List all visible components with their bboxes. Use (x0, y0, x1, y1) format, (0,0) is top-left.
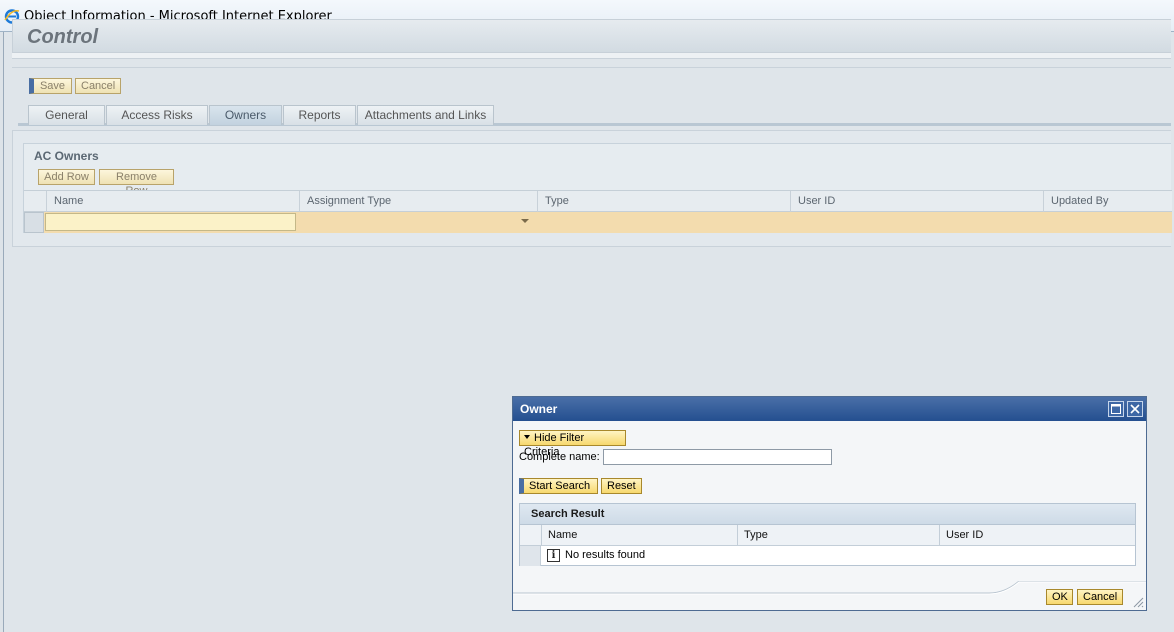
complete-name-label: Complete name: (519, 451, 600, 463)
triangle-down-icon (524, 435, 530, 439)
search-result-panel: Search Result Name Type User ID i No res… (519, 503, 1136, 566)
column-header-type[interactable]: Type (537, 191, 790, 212)
name-input[interactable] (45, 213, 296, 231)
tab-owners[interactable]: Owners (209, 105, 282, 125)
dialog-footer: OK Cancel (513, 581, 1146, 610)
dialog-title: Owner (520, 402, 558, 416)
panel-title: AC Owners (34, 149, 99, 163)
column-header-type[interactable]: Type (737, 525, 939, 545)
resize-grip-icon[interactable] (1132, 596, 1144, 608)
assignment-type-dropdown[interactable] (299, 212, 537, 233)
remove-row-button[interactable]: Remove Row (99, 169, 174, 197)
close-icon[interactable] (1127, 401, 1143, 417)
tab-general[interactable]: General (28, 105, 105, 125)
owner-dialog: Owner Hide Filter Criteria Complete name… (512, 396, 1147, 611)
row-selector[interactable] (520, 546, 541, 566)
hide-filter-criteria-button[interactable]: Hide Filter Criteria (519, 430, 626, 458)
tab-strip: General Access Risks Owners Reports Atta… (18, 105, 1171, 126)
no-results-message: No results found (565, 549, 646, 561)
dialog-body: Hide Filter Criteria Complete name: Star… (513, 421, 1146, 610)
table-row (24, 212, 1172, 233)
row-selector[interactable] (24, 212, 44, 233)
dialog-cancel-button[interactable]: Cancel (1077, 589, 1123, 605)
ok-button[interactable]: OK (1046, 589, 1073, 605)
chevron-down-icon[interactable] (521, 219, 529, 223)
start-search-button[interactable]: Start Search (519, 478, 598, 494)
main-toolbar: Save Cancel (12, 67, 1171, 99)
reset-button[interactable]: Reset (601, 478, 642, 494)
add-row-button[interactable]: Add Row (38, 169, 95, 185)
save-button[interactable]: Save (29, 78, 72, 94)
search-result-title: Search Result (531, 508, 605, 520)
column-header-name[interactable]: Name (46, 191, 299, 212)
column-header-name[interactable]: Name (541, 525, 737, 545)
info-icon: i (547, 549, 560, 562)
tab-reports[interactable]: Reports (283, 105, 356, 125)
search-result-header: Search Result (520, 504, 1135, 525)
complete-name-input[interactable] (603, 449, 832, 465)
ac-owners-panel: AC Owners Add Row Remove Row Name Assign… (23, 143, 1172, 233)
maximize-icon[interactable] (1108, 401, 1124, 417)
search-result-table-header: Name Type User ID (520, 525, 1135, 546)
dialog-titlebar[interactable]: Owner (513, 397, 1146, 421)
column-header-user-id[interactable]: User ID (939, 525, 1135, 545)
table-row: i No results found (520, 546, 1135, 566)
owners-table-header: Name Assignment Type Type User ID Update… (24, 190, 1172, 212)
control-header: Control (12, 19, 1171, 53)
tab-access-risks[interactable]: Access Risks (106, 105, 208, 125)
tab-attachments-and-links[interactable]: Attachments and Links (357, 105, 494, 125)
header-divider (12, 53, 1171, 59)
page-title: Control (27, 26, 99, 48)
cancel-button[interactable]: Cancel (75, 78, 121, 94)
column-header-updated-by[interactable]: Updated By (1043, 191, 1172, 212)
column-header-user-id[interactable]: User ID (790, 191, 1043, 212)
column-header-assignment-type[interactable]: Assignment Type (299, 191, 537, 212)
